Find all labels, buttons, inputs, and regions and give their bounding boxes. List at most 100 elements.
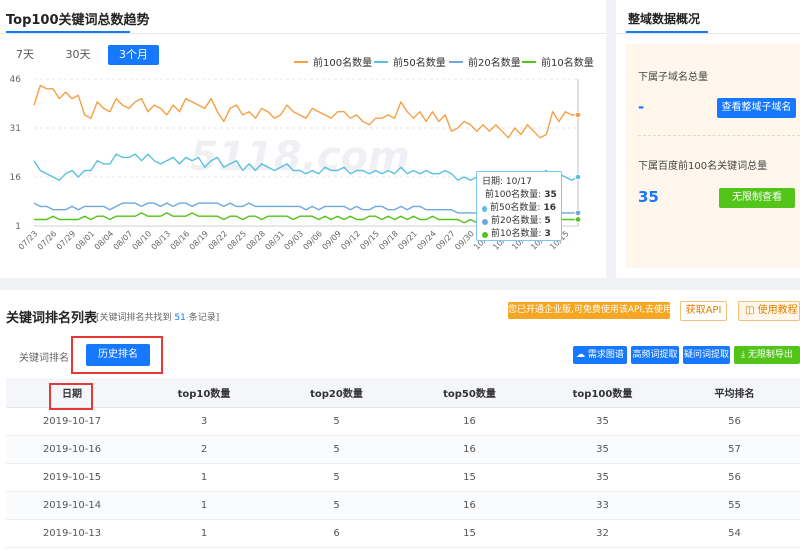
series-point-top50 (574, 173, 582, 181)
keyword-total-value: 35 (638, 188, 659, 206)
enterprise-notice-link[interactable]: 您已开通企业版,可免费使用该API,去使用 (508, 302, 670, 319)
cell-top100: 33 (536, 491, 669, 520)
tooltip-name-top100: 前100名数量: (485, 190, 542, 200)
column-header-avg-rank[interactable]: 平均排名 (669, 378, 800, 408)
cell-avg-rank: 56 (669, 407, 800, 436)
demand-graph-icon: ☁ (576, 350, 588, 360)
overview-title: 整域数据概况 (628, 12, 701, 26)
legend-label-top100: 前100名数量 (313, 58, 373, 69)
x-tick-label: 09/03 (282, 229, 305, 252)
cell-top50: 16 (403, 407, 536, 436)
cell-top20: 6 (270, 519, 403, 548)
cell-date: 2019-10-17 (6, 407, 138, 436)
question-words-button[interactable]: 疑问词提取 (683, 346, 730, 364)
tutorial-icon: ◫ (745, 305, 758, 316)
column-header-top10[interactable]: top10数量 (138, 378, 270, 408)
history-ranking-button[interactable]: 历史排名 (86, 344, 150, 366)
y-tick-label: 46 (10, 75, 22, 85)
tutorial-label: 使用教程 (757, 305, 798, 316)
legend-label-top10: 前10名数量 (541, 58, 594, 69)
highlight-box-date-header (49, 383, 93, 410)
x-tick-label: 08/22 (207, 229, 230, 252)
cell-top20: 5 (270, 407, 403, 436)
keyword-history-table: 日期 top10数量 top20数量 top50数量 top100数量 平均排名… (6, 378, 800, 548)
cell-top10: 3 (138, 407, 270, 436)
legend-swatch-top10 (522, 60, 536, 63)
series-point-top10 (574, 216, 582, 223)
cell-avg-rank: 55 (669, 491, 800, 520)
x-tick-label: 08/31 (263, 229, 286, 252)
column-header-top50[interactable]: top50数量 (403, 378, 536, 408)
x-tick-label: 09/12 (339, 229, 362, 252)
cell-top10: 1 (138, 519, 270, 548)
x-tick-label: 08/16 (169, 229, 192, 252)
x-tick-label: 09/30 (453, 229, 476, 252)
x-tick-label: 08/07 (112, 229, 135, 252)
legend-item-top100[interactable]: 前100名数量 (294, 54, 372, 69)
x-tick-label: 07/23 (17, 229, 40, 252)
cell-top100: 35 (536, 463, 669, 492)
cell-top10: 2 (138, 435, 270, 464)
demand-graph-label: 需求图谱 (587, 350, 624, 360)
series-point-top20 (574, 209, 582, 217)
cell-avg-rank: 57 (669, 435, 800, 464)
subdomain-total-value: - (638, 98, 645, 116)
legend-label-top20: 前20名数量 (468, 58, 521, 69)
tooltip-dot-top20 (482, 218, 488, 225)
tooltip-dot-top50 (482, 205, 487, 212)
tooltip-dot-top10 (482, 231, 488, 238)
keywords-panel: 关键词排名列表 [关键词排名共找到 51 条记录] 您已开通企业版,可免费使用该… (0, 290, 800, 554)
cell-top100: 35 (536, 407, 669, 436)
cell-top50: 15 (403, 519, 536, 548)
cell-top100: 32 (536, 519, 669, 548)
x-tick-label: 08/10 (131, 229, 154, 252)
keywords-count-suffix: 条记录] (188, 313, 220, 323)
table-row: 2019-10-14 1 5 16 33 55 (6, 491, 800, 520)
view-subdomains-button[interactable]: 查看整域子域名 (717, 98, 796, 118)
legend-item-top50[interactable]: 前50名数量 (374, 54, 446, 69)
x-tick-label: 08/28 (244, 229, 267, 252)
x-tick-label: 08/13 (150, 229, 173, 252)
overview-panel: 整域数据概况 下属子域名总量 - 查看整域子域名 下属百度前100名关键词总量 … (616, 0, 800, 278)
overview-divider (638, 135, 800, 136)
cell-top20: 5 (270, 491, 403, 520)
frequent-words-button[interactable]: 高频词提取 (631, 346, 679, 364)
tooltip-name-top20: 前20名数量: (491, 216, 542, 226)
overview-header-divider (616, 33, 800, 34)
x-tick-label: 09/24 (415, 229, 438, 252)
cell-top20: 5 (270, 435, 403, 464)
cell-date: 2019-10-14 (6, 491, 138, 520)
cell-date: 2019-10-15 (6, 463, 138, 492)
legend-item-top20[interactable]: 前20名数量 (449, 54, 521, 69)
tab-keyword-ranking[interactable]: 关键词排名 (19, 349, 69, 364)
x-tick-label: 09/18 (377, 229, 400, 252)
column-header-top20[interactable]: top20数量 (270, 378, 403, 408)
unlimited-export-button[interactable]: ⤓ 无限制导出 (734, 346, 800, 364)
unlimited-view-button[interactable]: 无限制查看 (719, 188, 795, 208)
column-header-top100[interactable]: top100数量 (536, 378, 669, 408)
x-tick-label: 07/29 (55, 229, 78, 252)
x-tick-label: 09/15 (358, 229, 381, 252)
tooltip-row-top20: 前20名数量: 5 (482, 215, 556, 228)
get-api-button[interactable]: 获取API (680, 301, 727, 321)
cell-top50: 16 (403, 491, 536, 520)
chart-tooltip: 日期: 10/17 前100名数量: 35 前50名数量: 16 前20名数量:… (476, 171, 562, 241)
y-tick-label: 16 (10, 173, 22, 183)
overview-box: 下属子域名总量 - 查看整域子域名 下属百度前100名关键词总量 35 无限制查… (626, 44, 800, 268)
legend-label-top50: 前50名数量 (393, 58, 446, 69)
tutorial-button[interactable]: ◫ 使用教程 (738, 301, 800, 321)
legend-swatch-top50 (374, 60, 388, 63)
unlimited-export-label: 无限制导出 (747, 350, 793, 360)
keywords-title: 关键词排名列表 (6, 311, 98, 326)
legend-swatch-top100 (294, 60, 308, 63)
x-tick-label: 07/26 (36, 229, 59, 252)
legend-item-top10[interactable]: 前10名数量 (522, 54, 594, 69)
demand-graph-button[interactable]: ☁ 需求图谱 (573, 346, 627, 364)
x-tick-label: 08/19 (188, 229, 211, 252)
tooltip-name-top50: 前50名数量: (489, 203, 541, 213)
cell-date: 2019-10-13 (6, 519, 138, 548)
chart-watermark: 5118.com (190, 134, 409, 180)
x-tick-label: 09/27 (434, 229, 457, 252)
x-tick-label: 08/04 (93, 229, 116, 252)
subdomain-total-label: 下属子域名总量 (638, 72, 708, 83)
